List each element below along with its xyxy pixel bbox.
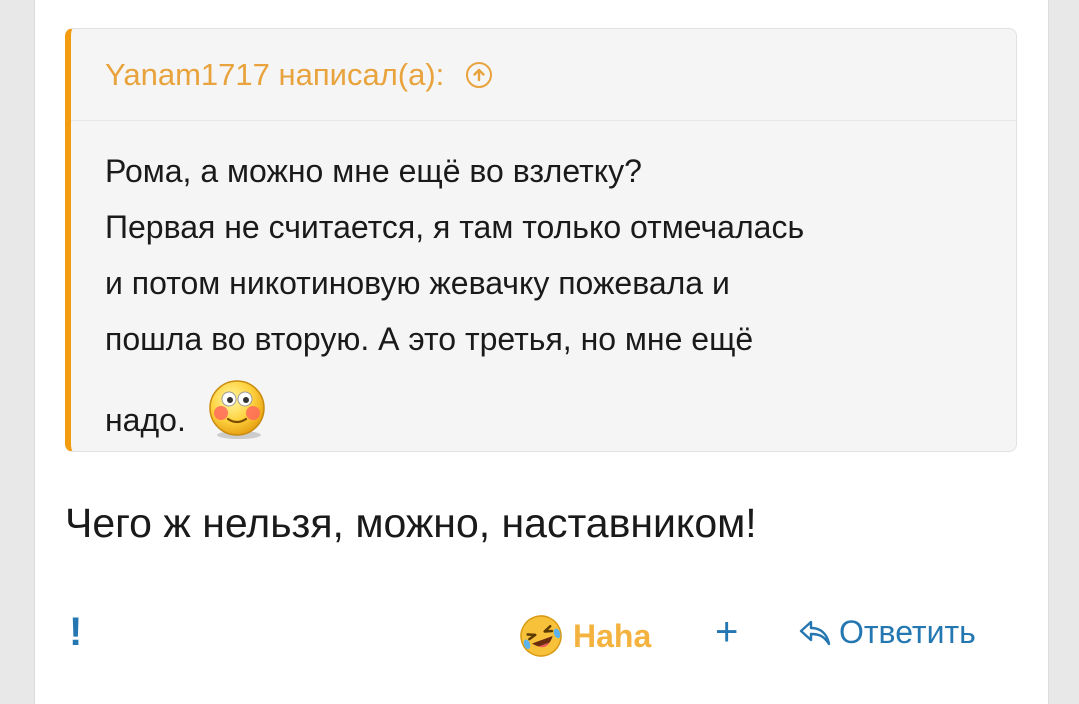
- quote-line: надо.: [105, 402, 186, 438]
- quote-line: Рома, а можно мне ещё во взлетку?: [105, 153, 642, 189]
- arrow-up-icon: [473, 68, 485, 81]
- quote-author[interactable]: Yanam1717 написал(а):: [105, 57, 444, 93]
- quote-line: Первая не считается, я там только отмеча…: [105, 209, 805, 245]
- quote-header: Yanam1717 написал(а):: [71, 29, 1016, 121]
- post-actions-bar: ! Haha + Ответить: [35, 600, 1048, 670]
- reply-arrow-icon: [799, 620, 831, 645]
- quote-line: пошла во вторую. А это третья, но мне ещ…: [105, 321, 754, 357]
- report-button[interactable]: !: [69, 610, 82, 655]
- reaction-label: Haha: [573, 617, 652, 654]
- reply-button[interactable]: Ответить: [797, 614, 976, 651]
- quote-block: Yanam1717 написал(а): Рома, а можно мне …: [65, 28, 1017, 452]
- laughing-emoji-icon: [520, 615, 562, 657]
- quote-line: и потом никотиновую жевачку пожевала и: [105, 265, 730, 301]
- reply-label: Ответить: [839, 614, 976, 650]
- jump-to-quote-icon[interactable]: [466, 61, 493, 88]
- post-card: Yanam1717 написал(а): Рома, а можно мне …: [34, 0, 1049, 704]
- quote-last-line: надо.: [105, 377, 982, 458]
- reaction-button[interactable]: Haha: [517, 612, 651, 660]
- blushing-smiley-icon: [205, 377, 269, 458]
- quote-body: Рома, а можно мне ещё во взлетку? Первая…: [71, 121, 1016, 458]
- add-reaction-button[interactable]: +: [715, 610, 738, 655]
- reply-message: Чего ж нельзя, можно, наставником!: [65, 500, 757, 546]
